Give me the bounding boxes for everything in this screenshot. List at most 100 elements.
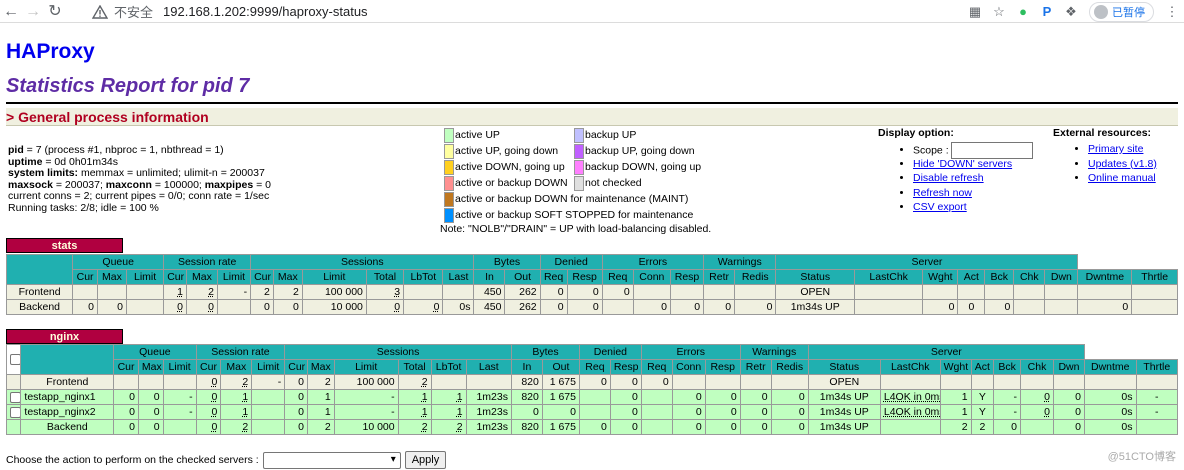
cell-lastchk [879,374,941,390]
column-header: Cur [113,359,139,375]
server-checkbox[interactable] [10,406,20,418]
menu-kebab-icon[interactable]: ⋮ [1160,0,1184,23]
legend-label: active UP [455,129,500,141]
address-bar[interactable]: 不安全 192.168.1.202:9999/haproxy-status [92,0,912,23]
legend-label: backup UP [585,129,637,141]
cell-dr-resp: 0 [609,419,642,435]
csv-export-link[interactable]: CSV export [913,201,967,213]
cell-e-resp: 0 [704,389,741,405]
legend-swatch [574,175,584,191]
display-options-title: Display option: [878,127,954,139]
server-checkbox[interactable] [10,391,20,403]
cell-q-lim: - [162,389,197,405]
cell-lbtot: 0 [403,299,444,315]
primary-site-link[interactable]: Primary site [1088,143,1143,155]
cell-dwntme [1083,374,1137,390]
cell-value: 0 [1011,421,1017,433]
updates-link[interactable]: Updates (v1.8) [1088,158,1157,170]
cell-e-conn: 0 [671,389,706,405]
column-header: Resp [704,359,741,375]
group-header: Server [775,254,1079,270]
cell-value: 0 [968,301,975,313]
cell-value: 1 [324,406,331,418]
cell-s-lim [251,419,286,435]
cell-q-max: 0 [137,389,164,405]
apply-button[interactable]: Apply [404,451,447,469]
forward-icon[interactable]: → [22,0,44,23]
legend-label: not checked [585,177,642,189]
checkbox-cell [5,389,22,405]
cell-value: 0 [153,421,160,433]
cell-value: 0 [601,376,607,388]
cell-value: - [391,406,395,418]
cell-ss-lim: - [333,404,399,420]
cell-s-lim [251,389,286,405]
group-header: Sessions [284,344,512,360]
proxy-name-nginx[interactable]: nginx [6,329,123,344]
table-row: testapp_nginx2 0 0 - 0 1 0 1 - 1 1 1m23s 0 0 0 0 0 0 0 1m34… [5,404,1179,420]
cell-value: 0 [177,301,183,313]
url-text[interactable]: 192.168.1.202:9999/haproxy-status [163,4,368,19]
cell-value: 262 [519,286,537,298]
cell-value: 0 [695,406,702,418]
action-label: Choose the action to perform on the chec… [6,454,259,466]
column-header: Dwn [1044,269,1079,285]
column-header: LbTot [403,269,444,285]
disable-refresh-link[interactable]: Disable refresh [913,172,984,184]
cell-wght: 0 [922,299,959,315]
cell-w-retr [703,284,736,300]
online-manual-link[interactable]: Online manual [1088,172,1156,184]
cell-s-cur: 0 [195,404,222,420]
column-header: In [473,269,506,285]
cell-s-max: 0 [185,299,218,315]
cell-act [970,374,995,390]
cell-value: 1 [421,406,428,418]
cell-q-lim [125,284,165,300]
cell-last: 1m23s [465,419,512,435]
cell-dwntme: 0s [1083,404,1137,420]
cell-value: 0 [394,301,401,313]
column-header: Max [272,269,303,285]
evernote-extension-icon[interactable]: ● [1011,0,1035,23]
select-all-checkbox[interactable] [10,354,20,366]
cell-value: 0 [631,391,638,403]
action-select[interactable]: ▾ [262,451,401,469]
group-header: Bytes [510,344,580,360]
extension-p-icon[interactable]: P [1035,0,1059,23]
cell-thrtle: - [1135,404,1179,420]
translate-icon[interactable]: ▦ [963,0,987,23]
column-header: Limit [251,359,286,375]
cell-value: Y [978,406,986,418]
cell-bck: 0 [984,299,1015,315]
cell-value: 2 [208,286,214,298]
cell-e-conn [671,374,706,390]
row-name[interactable]: testapp_nginx2 [20,404,115,420]
legend-label: active UP, going down [455,145,559,157]
cell-thrtle: - [1135,389,1179,405]
refresh-now-link[interactable]: Refresh now [913,187,972,199]
cell-value: 0 [433,301,440,313]
cell-value: 1 [242,391,249,403]
extensions-puzzle-icon[interactable]: ❖ [1059,0,1083,23]
paused-label: 已暂停 [1112,6,1145,19]
column-header: Out [504,269,541,285]
profile-paused-button[interactable]: 已暂停 [1089,1,1154,22]
group-header: Queue [113,344,197,360]
row-name[interactable]: testapp_nginx1 [20,389,115,405]
hide-down-link[interactable]: Hide 'DOWN' servers [913,158,1012,170]
cell-q-max: 0 [137,404,164,420]
cell-value: 0 [661,301,667,313]
cell-value: 2 [421,376,428,388]
back-icon[interactable]: ← [0,0,22,23]
reload-icon[interactable]: ↻ [44,0,66,23]
bookmark-star-icon[interactable]: ☆ [987,0,1011,23]
cell-value: 0 [1044,406,1050,418]
cell-q-max [137,374,164,390]
checkbox-cell [5,374,22,390]
column-header: Max [97,269,127,285]
legend-label: backup UP, going down [585,145,695,157]
proxy-name-stats[interactable]: stats [6,238,123,253]
cell-q-max [97,284,127,300]
cell-value: 10 000 [362,421,395,433]
scope-item: Scope : [913,142,1033,159]
